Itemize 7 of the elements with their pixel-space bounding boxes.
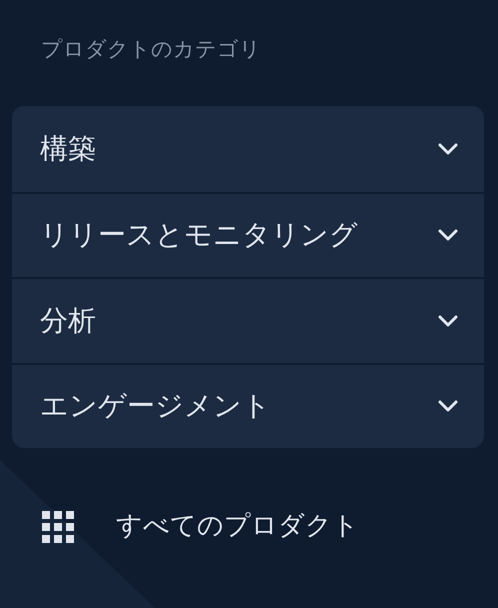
- grid-icon: [42, 510, 74, 542]
- section-heading: プロダクトのカテゴリ: [41, 37, 261, 61]
- category-item[interactable]: リリースとモニタリング: [12, 192, 484, 277]
- category-item[interactable]: 分析: [12, 277, 484, 362]
- category-item[interactable]: 構築: [12, 106, 484, 192]
- all-products-link[interactable]: すべてのプロダクト: [0, 506, 365, 547]
- category-item[interactable]: エンゲージメント: [12, 362, 484, 448]
